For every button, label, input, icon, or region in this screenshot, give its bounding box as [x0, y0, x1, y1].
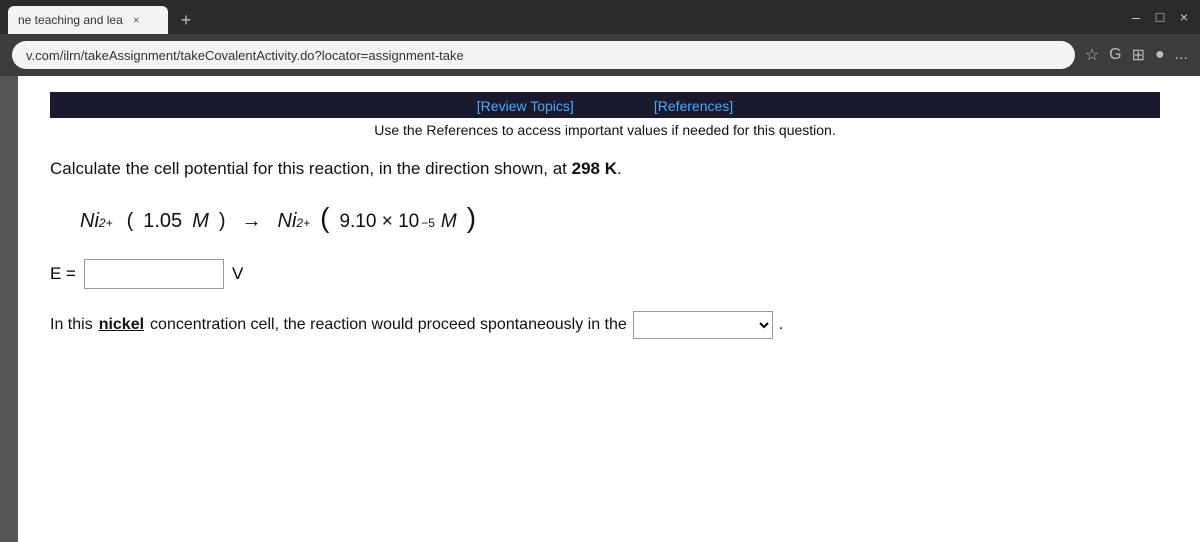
- period: .: [779, 316, 783, 334]
- new-tab-button[interactable]: +: [172, 6, 200, 34]
- question-text-content: Calculate the cell potential for this re…: [50, 159, 622, 178]
- reference-note: Use the References to access important v…: [50, 122, 1160, 138]
- tab-close-button[interactable]: ×: [133, 13, 140, 27]
- browser-icons: ☆ G ⊞ ● ...: [1085, 45, 1188, 65]
- equation-area: Ni2+ ( 1.05 M ) → Ni2+ ( 9.10 × 10−5 M ): [80, 204, 1160, 233]
- top-links-bar: [Review Topics] [References]: [50, 92, 1160, 118]
- nickel-label: nickel: [99, 316, 144, 334]
- extensions-icon[interactable]: ⊞: [1132, 45, 1145, 65]
- active-tab[interactable]: ne teaching and lea ×: [8, 6, 168, 34]
- product-exponent: −5: [421, 216, 435, 230]
- url-input[interactable]: [12, 41, 1075, 69]
- tab-area: ne teaching and lea × +: [8, 0, 200, 34]
- reactant-paren-open: (: [123, 210, 134, 233]
- bottom-text: In this nickel concentration cell, the r…: [50, 311, 1160, 339]
- e-equals-label: E =: [50, 264, 76, 284]
- review-topics-link[interactable]: [Review Topics]: [477, 98, 574, 114]
- input-row: E = V: [50, 259, 1160, 289]
- restore-button[interactable]: □: [1152, 9, 1168, 25]
- close-button[interactable]: ×: [1176, 9, 1192, 25]
- volts-unit-label: V: [232, 264, 243, 284]
- profile-icon[interactable]: ●: [1155, 46, 1165, 64]
- bottom-text-middle: concentration cell, the reaction would p…: [150, 316, 627, 334]
- address-bar: ☆ G ⊞ ● ...: [0, 34, 1200, 76]
- direction-select[interactable]: forward direction reverse direction: [633, 311, 773, 339]
- title-bar: ne teaching and lea × + – □ ×: [0, 0, 1200, 34]
- temperature-value: 298 K: [572, 159, 617, 178]
- reactant-conc: 1.05: [143, 210, 182, 233]
- product: Ni2+: [278, 210, 311, 233]
- content-area: [Review Topics] [References] Use the Ref…: [0, 76, 1200, 542]
- product-unit: M: [441, 211, 457, 233]
- main-content: [Review Topics] [References] Use the Ref…: [20, 76, 1200, 359]
- e-answer-input[interactable]: [84, 259, 224, 289]
- product-concentration: 9.10 × 10−5 M: [339, 211, 456, 233]
- reaction-arrow: →: [242, 210, 262, 233]
- tab-label: ne teaching and lea: [18, 13, 123, 27]
- question-text: Calculate the cell potential for this re…: [50, 156, 1160, 182]
- reactant-charge: 2+: [99, 216, 113, 230]
- refresh-icon[interactable]: G: [1109, 46, 1121, 64]
- reactant-paren-close: ): [219, 210, 226, 233]
- product-paren-open: (: [320, 204, 329, 232]
- window-controls: – □ ×: [1128, 9, 1192, 25]
- star-icon[interactable]: ☆: [1085, 45, 1099, 65]
- sidebar-strip: [0, 76, 18, 542]
- menu-icon[interactable]: ...: [1175, 46, 1188, 64]
- product-charge: 2+: [296, 216, 310, 230]
- reactant: Ni2+: [80, 210, 113, 233]
- bottom-text-before: In this: [50, 316, 93, 334]
- references-link[interactable]: [References]: [654, 98, 733, 114]
- product-paren-close: ): [467, 204, 476, 232]
- reactant-unit: M: [192, 210, 209, 233]
- minimize-button[interactable]: –: [1128, 9, 1144, 25]
